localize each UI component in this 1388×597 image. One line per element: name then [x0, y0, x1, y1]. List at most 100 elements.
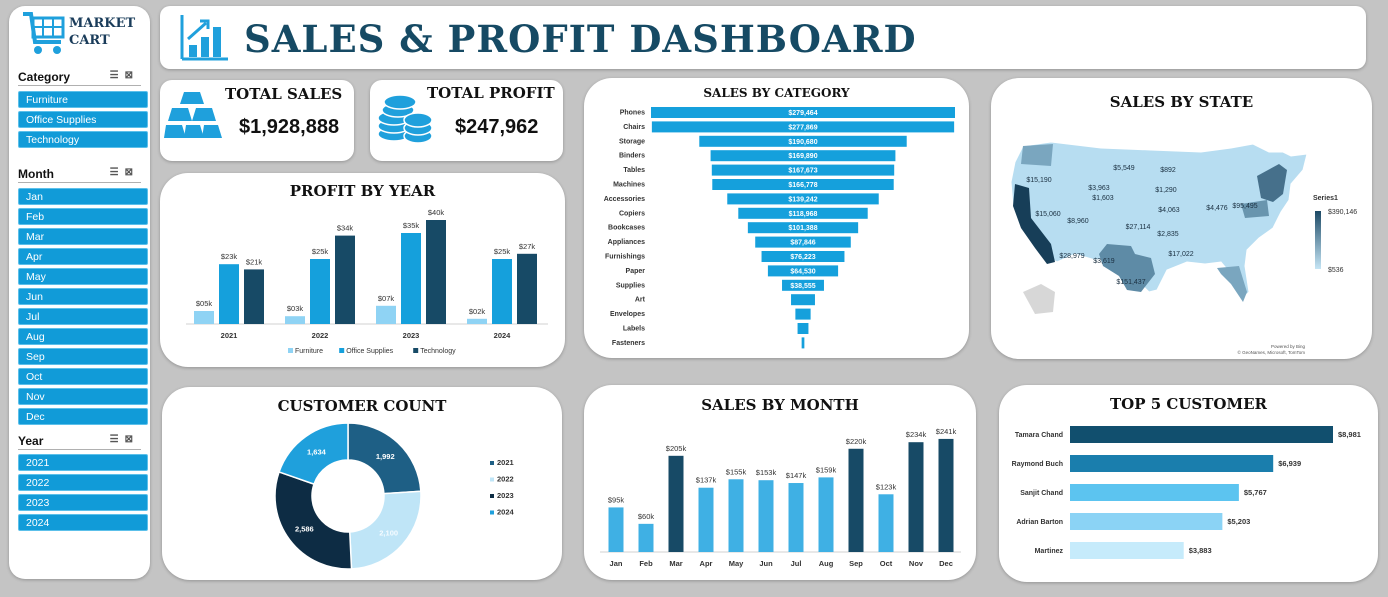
category-label: Machines [613, 182, 645, 189]
data-label: $07k [378, 294, 395, 303]
category-label: Storage [619, 138, 645, 145]
data-label: $153k [756, 468, 777, 477]
state-value-label: $17,022 [1168, 251, 1193, 258]
usa-map-shape [1010, 141, 1308, 301]
data-label: 2,586 [295, 525, 314, 534]
year-slicer-header: Year ☰⊠ [18, 434, 141, 450]
data-label: $64,530 [790, 268, 815, 275]
month-slicer-item[interactable]: Nov [18, 388, 148, 405]
bar [938, 438, 954, 552]
bar [788, 483, 804, 552]
month-slicer-item[interactable]: Oct [18, 368, 148, 385]
year-slicer-item[interactable]: 2022 [18, 474, 148, 491]
alaska-shape [1023, 284, 1055, 314]
bar [608, 507, 624, 552]
bar [878, 494, 894, 552]
bar [467, 318, 487, 324]
month-slicer-item[interactable]: Jan [18, 188, 148, 205]
multi-select-icon[interactable]: ☰ [110, 434, 125, 445]
clear-filter-icon[interactable]: ⊠ [125, 167, 139, 178]
legend-swatch [339, 348, 345, 353]
data-label: $76,223 [790, 254, 815, 261]
bar [795, 308, 811, 320]
total-profit-card: TOTAL PROFIT $247,962 [370, 80, 563, 161]
clear-filter-icon[interactable]: ⊠ [125, 434, 139, 445]
category-label: Furnishings [605, 254, 645, 261]
bar [426, 220, 446, 324]
state-value-label: $15,060 [1035, 211, 1060, 218]
category-slicer-item[interactable]: Technology [18, 131, 148, 148]
month-slicer-item[interactable]: Jun [18, 288, 148, 305]
month-slicer-item[interactable]: Jul [18, 308, 148, 325]
category-slicer-item[interactable]: Furniture [18, 91, 148, 108]
data-label: 1,634 [307, 448, 327, 457]
year-slicer-item[interactable]: 2021 [18, 454, 148, 471]
shopping-cart-icon [23, 12, 65, 54]
bar [801, 337, 805, 349]
data-label: $23k [221, 252, 238, 261]
month-slicer-item[interactable]: May [18, 268, 148, 285]
data-label: $8,981 [1338, 430, 1361, 439]
category-label: Bookcases [608, 225, 645, 232]
data-label: $02k [469, 307, 486, 316]
month-slicer-item[interactable]: Dec [18, 408, 148, 425]
bar [492, 259, 512, 324]
data-label: $139,242 [788, 196, 817, 203]
state-value-label: $4,063 [1158, 207, 1180, 214]
profit-by-year-card: PROFIT BY YEAR $05k $23k $21k 2021 $03k $25k $… [160, 173, 565, 367]
washington-shape [1021, 144, 1053, 166]
bar [791, 294, 815, 306]
x-tick-label: Dec [939, 559, 953, 568]
data-label: $155k [726, 467, 747, 476]
year-slicer-item[interactable]: 2023 [18, 494, 148, 511]
category-slicer-header: Category ☰⊠ [18, 70, 141, 86]
legend-swatch [413, 348, 419, 353]
data-label: $25k [494, 247, 511, 256]
data-label: $220k [846, 437, 867, 446]
brand-line2: CART [69, 33, 110, 48]
map-legend-min: $536 [1328, 267, 1344, 274]
coins-icon [377, 94, 433, 144]
legend-label: 2021 [497, 458, 514, 467]
month-slicer-item[interactable]: Mar [18, 228, 148, 245]
map-legend-title: Series1 [1313, 195, 1338, 202]
data-label: $277,869 [788, 124, 817, 131]
state-value-label: $15,190 [1026, 177, 1051, 184]
data-label: $101,388 [788, 225, 817, 232]
bar [728, 479, 744, 552]
state-value-label: $2,835 [1157, 231, 1179, 238]
month-slicer-item[interactable]: Feb [18, 208, 148, 225]
state-value-label: $1,603 [1092, 195, 1114, 202]
category-slicer-item[interactable]: Office Supplies [18, 111, 148, 128]
bar [401, 233, 421, 324]
data-label: $137k [696, 476, 717, 485]
month-slicer-item[interactable]: Sep [18, 348, 148, 365]
state-value-label: $95,495 [1232, 203, 1257, 210]
multi-select-icon[interactable]: ☰ [110, 70, 125, 81]
category-label: Binders [619, 153, 645, 160]
year-slicer-label: Year [18, 434, 44, 448]
year-slicer-item[interactable]: 2024 [18, 514, 148, 531]
month-slicer-item[interactable]: Apr [18, 248, 148, 265]
x-tick-label: Aug [819, 559, 834, 568]
customer-label: Martinez [1035, 548, 1064, 555]
multi-select-icon[interactable]: ☰ [110, 167, 125, 178]
state-value-label: $8,960 [1067, 218, 1089, 225]
x-tick-label: Jul [791, 559, 802, 568]
sales-by-category-card: SALES BY CATEGORY Phones $279,464 Chairs $2… [584, 78, 969, 358]
bar-chart-icon [180, 15, 228, 61]
data-label: $167,673 [788, 168, 817, 175]
bar [668, 455, 684, 552]
legend-swatch [490, 494, 494, 498]
x-tick-label: 2023 [403, 331, 420, 340]
category-label: Phones [620, 110, 645, 117]
legend-swatch [288, 348, 293, 353]
gold-bars-icon [164, 92, 222, 138]
month-slicer-item[interactable]: Aug [18, 328, 148, 345]
map-credit: Powered by Bing [1271, 344, 1306, 349]
category-label: Appliances [608, 239, 645, 246]
state-value-label: $5,549 [1113, 165, 1135, 172]
bar [285, 316, 305, 324]
clear-filter-icon[interactable]: ⊠ [125, 70, 139, 81]
data-label: $190,680 [788, 139, 817, 146]
